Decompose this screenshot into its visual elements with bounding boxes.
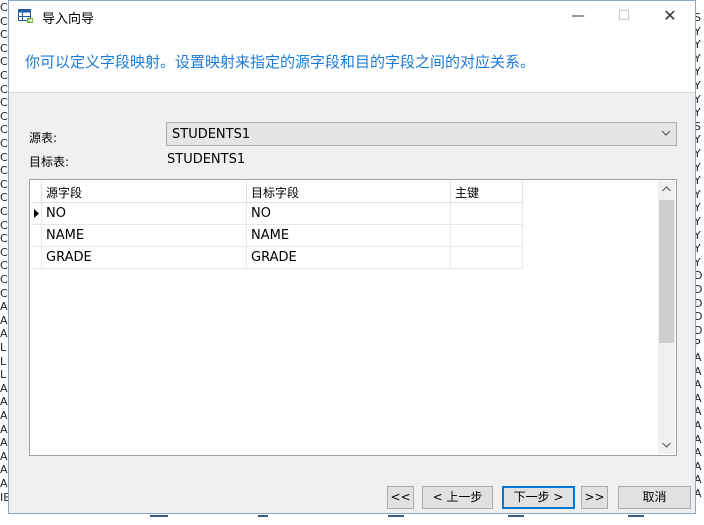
background-text-fragment: L bbox=[0, 341, 7, 354]
last-step-button[interactable]: >> bbox=[581, 486, 608, 509]
background-text-fragment: A bbox=[0, 436, 8, 450]
row-header[interactable] bbox=[31, 225, 42, 247]
cancel-button[interactable]: 取消 bbox=[618, 486, 691, 509]
previous-button[interactable]: < 上一步 bbox=[422, 486, 493, 509]
background-text-fragment: A bbox=[0, 313, 8, 327]
target-field-cell[interactable]: GRADE bbox=[247, 247, 451, 269]
background-text-fragment: C bbox=[0, 177, 8, 191]
background-text-fragment: C bbox=[0, 191, 8, 205]
chevron-down-icon bbox=[662, 442, 671, 448]
background-text-fragment: A bbox=[0, 463, 8, 477]
background-text-fragment: C bbox=[0, 286, 8, 300]
row-header[interactable] bbox=[31, 203, 42, 225]
column-header-primary-key[interactable]: 主键 bbox=[451, 181, 523, 203]
target-table-label: 目标表: bbox=[29, 155, 70, 169]
source-field-cell[interactable]: GRADE bbox=[42, 247, 247, 269]
instruction-text: 你可以定义字段映射。设置映射来指定的源字段和目的字段之间的对应关系。 bbox=[25, 53, 536, 71]
background-text-fragment: L bbox=[0, 368, 7, 382]
chevron-down-icon bbox=[662, 130, 670, 136]
background-text-fragment: A bbox=[0, 395, 8, 409]
background-text-fragment: C bbox=[0, 82, 8, 96]
column-header-target-field[interactable]: 目标字段 bbox=[247, 181, 451, 203]
background-text-fragment: A bbox=[0, 477, 8, 490]
current-row-indicator-icon bbox=[34, 209, 39, 218]
target-field-cell[interactable]: NAME bbox=[247, 225, 451, 247]
background-text-fragment: A bbox=[0, 422, 8, 436]
source-field-cell[interactable]: NO bbox=[42, 203, 247, 225]
import-wizard-icon bbox=[18, 9, 33, 23]
background-text-fragment: C bbox=[0, 1, 8, 14]
first-step-button[interactable]: << bbox=[387, 486, 414, 509]
background-text-fragment: A bbox=[0, 327, 8, 341]
field-mapping-grid: 源字段 目标字段 主键 NO NO NAME NAME GRADE GRADE bbox=[29, 179, 677, 456]
window-title: 导入向导 bbox=[42, 12, 95, 27]
background-text-fragment: C bbox=[0, 232, 8, 246]
background-text-fragment: A bbox=[0, 449, 8, 463]
maximize-button[interactable]: ☐ bbox=[601, 1, 647, 32]
background-text-fragment: C bbox=[0, 109, 8, 123]
background-text-fragment: C bbox=[0, 14, 8, 28]
chevron-up-icon bbox=[662, 186, 671, 192]
background-text-fragment: C bbox=[0, 218, 8, 232]
background-text-fragment: L bbox=[0, 354, 7, 368]
background-text-fragment: C bbox=[0, 164, 8, 178]
source-table-value: STUDENTS1 bbox=[172, 127, 251, 142]
title-bar[interactable]: 导入向导 — ☐ ✕ bbox=[9, 1, 695, 32]
source-table-label: 源表: bbox=[29, 131, 58, 145]
background-text-fragment: C bbox=[0, 205, 8, 218]
source-table-select[interactable]: STUDENTS1 bbox=[166, 122, 677, 146]
background-text-fragment: C bbox=[0, 137, 8, 150]
scrollbar-thumb[interactable] bbox=[659, 200, 674, 343]
scroll-down-button[interactable] bbox=[658, 437, 675, 454]
background-text-fragment: C bbox=[0, 28, 8, 42]
background-text-fragment: C bbox=[0, 41, 8, 55]
background-text-fragment: A bbox=[0, 300, 8, 314]
background-text-fragment: C bbox=[0, 273, 8, 286]
close-button[interactable]: ✕ bbox=[647, 1, 693, 32]
vertical-scrollbar[interactable] bbox=[658, 181, 675, 454]
background-text-fragment: C bbox=[0, 69, 8, 82]
minimize-button[interactable]: — bbox=[555, 1, 601, 32]
primary-key-cell[interactable] bbox=[451, 247, 523, 269]
next-button[interactable]: 下一步 > bbox=[502, 486, 575, 509]
target-field-cell[interactable]: NO bbox=[247, 203, 451, 225]
background-text-fragment: C bbox=[0, 96, 8, 110]
primary-key-cell[interactable] bbox=[451, 203, 523, 225]
column-header-source-field[interactable]: 源字段 bbox=[42, 181, 247, 203]
source-field-cell[interactable]: NAME bbox=[42, 225, 247, 247]
background-text-fragment: C bbox=[0, 259, 8, 273]
row-header-corner bbox=[31, 181, 42, 203]
background-text-fragment: C bbox=[0, 55, 8, 69]
target-table-value: STUDENTS1 bbox=[167, 152, 246, 167]
scroll-up-button[interactable] bbox=[658, 181, 675, 198]
primary-key-cell[interactable] bbox=[451, 225, 523, 247]
background-text-fragment: C bbox=[0, 245, 8, 259]
background-text-fragment: C bbox=[0, 123, 8, 137]
import-wizard-dialog: 导入向导 — ☐ ✕ 你可以定义字段映射。设置映射来指定的源字段和目的字段之间的… bbox=[8, 0, 696, 514]
row-header[interactable] bbox=[31, 247, 42, 269]
background-text-fragment: A bbox=[0, 409, 8, 422]
background-text-fragment: C bbox=[0, 150, 8, 164]
background-text-fragment: A bbox=[0, 381, 8, 395]
wizard-header: 你可以定义字段映射。设置映射来指定的源字段和目的字段之间的对应关系。 bbox=[9, 32, 695, 93]
